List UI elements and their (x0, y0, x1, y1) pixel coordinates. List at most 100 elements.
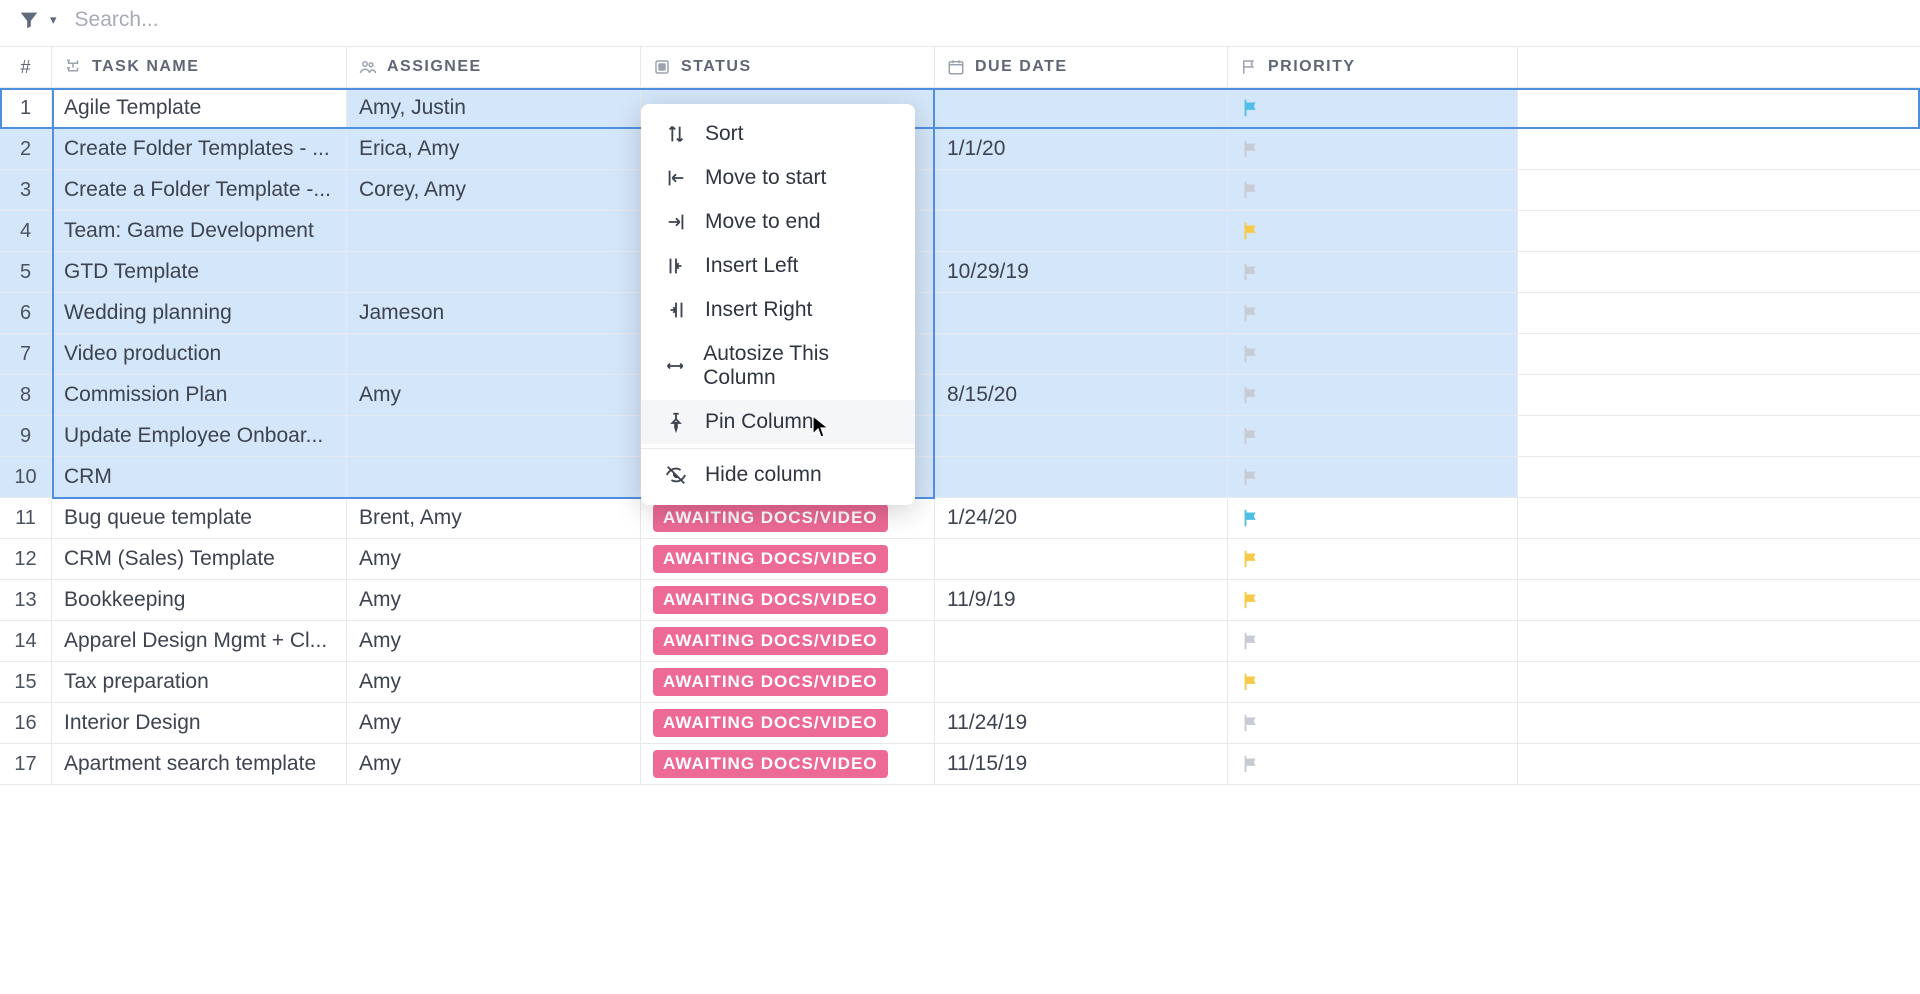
table-row[interactable]: 7 Video production (0, 334, 1920, 375)
table-row[interactable]: 17 Apartment search template Amy AWAITIN… (0, 744, 1920, 785)
task-name-cell[interactable]: Video production (52, 334, 347, 374)
assignee-cell[interactable] (347, 211, 641, 251)
status-cell[interactable]: AWAITING DOCS/VIDEO (641, 703, 935, 743)
due-date-cell[interactable] (935, 662, 1228, 702)
due-date-cell[interactable]: 10/29/19 (935, 252, 1228, 292)
task-name-cell[interactable]: Commission Plan (52, 375, 347, 415)
priority-cell[interactable] (1228, 662, 1518, 702)
assignee-cell[interactable] (347, 334, 641, 374)
due-date-cell[interactable] (935, 457, 1228, 497)
task-name-cell[interactable]: Create a Folder Template -... (52, 170, 347, 210)
task-name-cell[interactable]: Wedding planning (52, 293, 347, 333)
assignee-cell[interactable]: Amy (347, 621, 641, 661)
priority-cell[interactable] (1228, 170, 1518, 210)
task-name-cell[interactable]: Tax preparation (52, 662, 347, 702)
priority-cell[interactable] (1228, 334, 1518, 374)
due-date-cell[interactable] (935, 416, 1228, 456)
due-date-cell[interactable] (935, 293, 1228, 333)
due-date-cell[interactable]: 11/15/19 (935, 744, 1228, 784)
table-row[interactable]: 10 CRM (0, 457, 1920, 498)
task-name-cell[interactable]: Apparel Design Mgmt + Cl... (52, 621, 347, 661)
priority-cell[interactable] (1228, 621, 1518, 661)
priority-cell[interactable] (1228, 744, 1518, 784)
task-name-cell[interactable]: GTD Template (52, 252, 347, 292)
status-cell[interactable]: AWAITING DOCS/VIDEO (641, 744, 935, 784)
assignee-cell[interactable]: Amy (347, 703, 641, 743)
assignee-cell[interactable] (347, 416, 641, 456)
assignee-cell[interactable]: Amy (347, 744, 641, 784)
task-name-cell[interactable]: Team: Game Development (52, 211, 347, 251)
table-row[interactable]: 2 Create Folder Templates - ... Erica, A… (0, 129, 1920, 170)
column-header-number[interactable]: # (0, 47, 52, 87)
assignee-cell[interactable]: Jameson (347, 293, 641, 333)
task-name-cell[interactable]: CRM (52, 457, 347, 497)
priority-cell[interactable] (1228, 129, 1518, 169)
task-name-cell[interactable]: CRM (Sales) Template (52, 539, 347, 579)
task-name-cell[interactable]: Update Employee Onboar... (52, 416, 347, 456)
assignee-cell[interactable]: Brent, Amy (347, 498, 641, 538)
task-name-cell[interactable]: Interior Design (52, 703, 347, 743)
menu-item-sort[interactable]: Sort (641, 112, 915, 156)
column-header-task-name[interactable]: TASK NAME (52, 47, 347, 87)
menu-item-hide-column[interactable]: Hide column (641, 453, 915, 497)
assignee-cell[interactable]: Amy (347, 539, 641, 579)
menu-item-move-start[interactable]: Move to start (641, 156, 915, 200)
table-row[interactable]: 9 Update Employee Onboar... (0, 416, 1920, 457)
assignee-cell[interactable]: Erica, Amy (347, 129, 641, 169)
table-row[interactable]: 5 GTD Template 10/29/19 (0, 252, 1920, 293)
table-row[interactable]: 1 Agile Template Amy, Justin (0, 88, 1920, 129)
priority-cell[interactable] (1228, 252, 1518, 292)
status-cell[interactable]: AWAITING DOCS/VIDEO (641, 539, 935, 579)
table-row[interactable]: 15 Tax preparation Amy AWAITING DOCS/VID… (0, 662, 1920, 703)
menu-item-insert-right[interactable]: Insert Right (641, 288, 915, 332)
due-date-cell[interactable]: 8/15/20 (935, 375, 1228, 415)
task-name-cell[interactable]: Bug queue template (52, 498, 347, 538)
table-row[interactable]: 4 Team: Game Development (0, 211, 1920, 252)
table-row[interactable]: 13 Bookkeeping Amy AWAITING DOCS/VIDEO 1… (0, 580, 1920, 621)
priority-cell[interactable] (1228, 375, 1518, 415)
due-date-cell[interactable]: 1/24/20 (935, 498, 1228, 538)
priority-cell[interactable] (1228, 416, 1518, 456)
priority-cell[interactable] (1228, 457, 1518, 497)
table-row[interactable]: 6 Wedding planning Jameson (0, 293, 1920, 334)
table-row[interactable]: 8 Commission Plan Amy 8/15/20 (0, 375, 1920, 416)
search-input[interactable] (75, 8, 346, 32)
menu-item-move-end[interactable]: Move to end (641, 200, 915, 244)
assignee-cell[interactable] (347, 252, 641, 292)
priority-cell[interactable] (1228, 211, 1518, 251)
assignee-cell[interactable] (347, 457, 641, 497)
table-row[interactable]: 11 Bug queue template Brent, Amy AWAITIN… (0, 498, 1920, 539)
task-name-cell[interactable]: Create Folder Templates - ... (52, 129, 347, 169)
priority-cell[interactable] (1228, 498, 1518, 538)
due-date-cell[interactable] (935, 170, 1228, 210)
column-header-priority[interactable]: PRIORITY (1228, 47, 1518, 87)
assignee-cell[interactable]: Amy (347, 375, 641, 415)
assignee-cell[interactable]: Amy (347, 580, 641, 620)
assignee-cell[interactable]: Amy, Justin (347, 88, 641, 128)
priority-cell[interactable] (1228, 703, 1518, 743)
priority-cell[interactable] (1228, 88, 1518, 128)
status-cell[interactable]: AWAITING DOCS/VIDEO (641, 580, 935, 620)
table-row[interactable]: 3 Create a Folder Template -... Corey, A… (0, 170, 1920, 211)
column-header-assignee[interactable]: ASSIGNEE (347, 47, 641, 87)
task-name-cell[interactable]: Apartment search template (52, 744, 347, 784)
filter-icon[interactable] (18, 9, 40, 31)
assignee-cell[interactable]: Corey, Amy (347, 170, 641, 210)
due-date-cell[interactable] (935, 211, 1228, 251)
priority-cell[interactable] (1228, 539, 1518, 579)
due-date-cell[interactable]: 11/9/19 (935, 580, 1228, 620)
due-date-cell[interactable] (935, 334, 1228, 374)
task-name-cell[interactable]: Agile Template (52, 88, 347, 128)
table-row[interactable]: 16 Interior Design Amy AWAITING DOCS/VID… (0, 703, 1920, 744)
status-cell[interactable]: AWAITING DOCS/VIDEO (641, 621, 935, 661)
table-row[interactable]: 14 Apparel Design Mgmt + Cl... Amy AWAIT… (0, 621, 1920, 662)
menu-item-autosize[interactable]: Autosize This Column (641, 332, 915, 400)
column-header-due-date[interactable]: DUE DATE (935, 47, 1228, 87)
column-header-status[interactable]: STATUS (641, 47, 935, 87)
assignee-cell[interactable]: Amy (347, 662, 641, 702)
status-cell[interactable]: AWAITING DOCS/VIDEO (641, 662, 935, 702)
due-date-cell[interactable]: 11/24/19 (935, 703, 1228, 743)
chevron-down-icon[interactable]: ▾ (50, 12, 57, 28)
due-date-cell[interactable] (935, 621, 1228, 661)
menu-item-insert-left[interactable]: Insert Left (641, 244, 915, 288)
